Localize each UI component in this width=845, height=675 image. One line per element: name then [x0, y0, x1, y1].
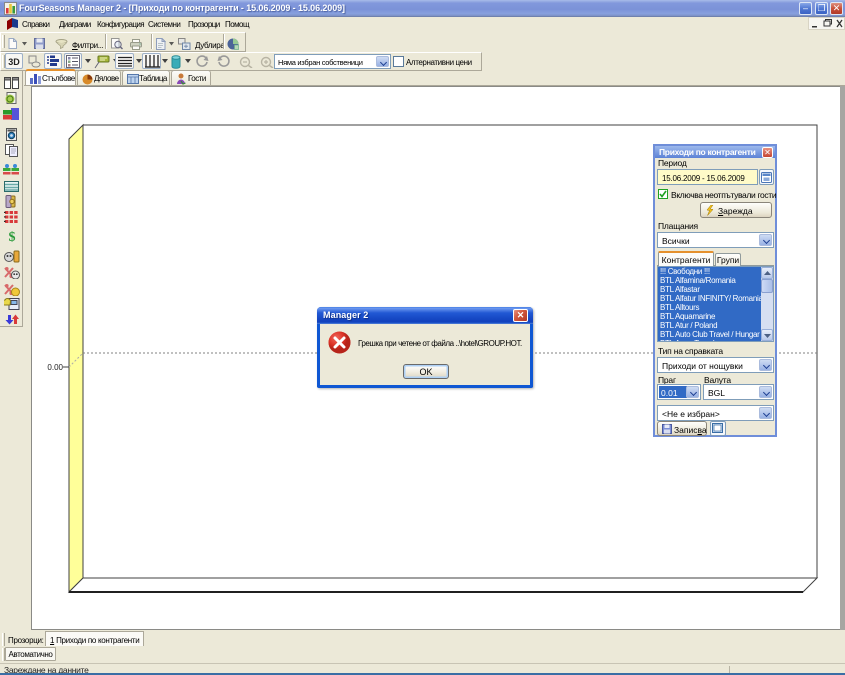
- svg-text:0.00: 0.00: [47, 363, 63, 372]
- svg-text:$: $: [9, 230, 16, 243]
